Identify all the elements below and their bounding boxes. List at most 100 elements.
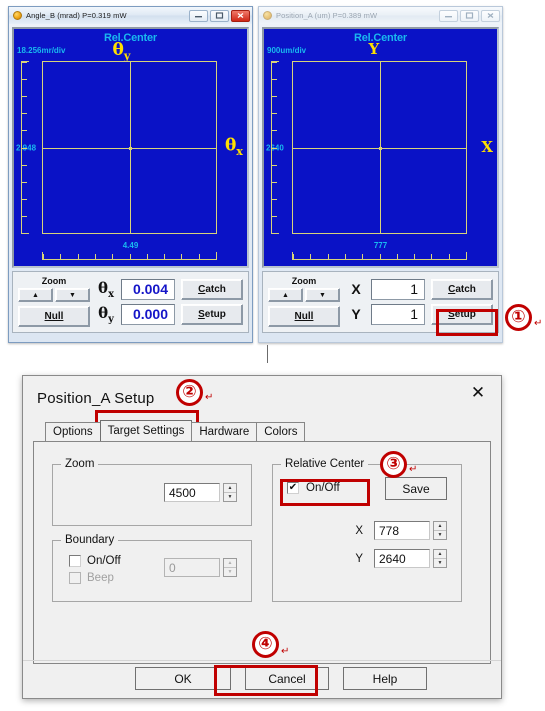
close-button[interactable] <box>231 9 250 22</box>
relative-center-x-field[interactable]: 778 <box>374 521 430 540</box>
relative-center-y-spinner[interactable]: ▲ ▼ <box>433 549 447 568</box>
relative-center-x-spinner-down[interactable]: ▼ <box>434 531 446 539</box>
tab-hardware-label: Hardware <box>199 426 250 438</box>
tab-options[interactable]: Options <box>45 422 101 441</box>
readout-symbol-1: θx <box>98 278 114 300</box>
axis-label-vertical-letter: θ <box>112 40 124 60</box>
readout-row-2: θy 0.000 <box>96 303 175 325</box>
dialog-titlebar[interactable]: Position_A Setup ✕ <box>23 376 501 420</box>
action-buttons: Catch Setup <box>431 278 493 325</box>
rel-center-label: Rel.Center <box>353 32 408 44</box>
tab-bar: Options Target Settings Hardware Colors <box>33 420 491 441</box>
step-marker-1: ① <box>505 304 532 331</box>
maximize-button[interactable] <box>460 9 479 22</box>
zoom-spinner-down[interactable]: ▼ <box>224 493 236 501</box>
catch-button[interactable]: Catch <box>181 278 243 300</box>
readout-group: θx 0.004 θy 0.000 <box>96 278 175 325</box>
close-button[interactable] <box>481 9 500 22</box>
x-axis-ruler <box>292 252 467 260</box>
maximize-button[interactable] <box>210 9 229 22</box>
dialog-footer-separator <box>23 660 501 661</box>
zoom-up-button[interactable]: ▲ <box>268 288 303 302</box>
pilcrow-4: ↵ <box>281 646 290 657</box>
save-button[interactable]: Save <box>385 477 447 500</box>
scope-display-position-a[interactable]: Rel.Center 900um/div Y X 2640 777 <box>264 29 497 266</box>
axis-label-vertical-letter: Y <box>368 40 380 58</box>
dialog-title: Position_A Setup <box>37 389 155 407</box>
catch-button[interactable]: Catch <box>431 278 493 300</box>
center-dot <box>128 146 132 150</box>
boundary-onoff-checkbox[interactable] <box>69 555 81 567</box>
window-title-angle-b: Angle_B (mrad) P=0.319 mW <box>26 11 127 20</box>
tab-colors[interactable]: Colors <box>256 422 306 441</box>
catch-button-label: Catch <box>448 283 476 295</box>
scope-display-angle-b[interactable]: Rel.Center 18.256mr/div θy θx 2.948 4.49 <box>14 29 247 266</box>
setup-button-label: Setup <box>448 308 476 320</box>
readout-symbol-2: Y <box>351 306 361 322</box>
setup-button[interactable]: Setup <box>181 303 243 325</box>
window-controls-position-a <box>439 9 500 22</box>
relative-center-y-spinner-down[interactable]: ▼ <box>434 559 446 567</box>
pilcrow-1: ↵ <box>534 318 543 329</box>
null-button[interactable]: Null <box>18 306 90 327</box>
relative-center-y-label: Y <box>355 552 363 565</box>
tab-target-settings-label: Target Settings <box>107 425 185 437</box>
pilcrow-3: ↵ <box>409 464 418 475</box>
titlebar-angle-b[interactable]: Angle_B (mrad) P=0.319 mW <box>9 7 252 24</box>
ok-button[interactable]: OK <box>135 667 231 690</box>
x-axis-value: 4.49 <box>122 241 139 250</box>
readout-group: X 1 Y 1 <box>346 278 425 325</box>
titlebar-position-a[interactable]: Position_A (um) P=0.389 mW <box>259 7 502 24</box>
zoom-control-group: Zoom ▲ ▼ <box>18 276 90 302</box>
cancel-button[interactable]: Cancel <box>245 667 329 690</box>
readout-symbol-2: θy <box>98 303 114 325</box>
step-marker-2: ② <box>176 379 203 406</box>
x-axis-ruler <box>42 252 217 260</box>
minimize-button[interactable] <box>439 9 458 22</box>
x-input-field[interactable]: 1 <box>371 278 425 300</box>
group-relative-center-legend: Relative Center <box>281 458 369 470</box>
zoom-spinner[interactable]: ▲ ▼ <box>223 483 237 502</box>
relative-center-onoff-checkbox[interactable]: ✔ <box>287 482 299 494</box>
axis-label-horizontal-sub: x <box>236 143 243 158</box>
relative-center-y-spinner-up[interactable]: ▲ <box>434 550 446 559</box>
readout-value-2[interactable]: 0.000 <box>121 303 175 325</box>
axis-label-horizontal: X <box>481 138 493 156</box>
readout-value-1[interactable]: 0.004 <box>121 278 175 300</box>
control-panel-position-a: Zoom ▲ ▼ Null X 1 Y 1 Catch Setup <box>262 271 499 333</box>
boundary-value-field: 0 <box>164 558 220 577</box>
window-position-a[interactable]: Position_A (um) P=0.389 mW Rel.Center 90… <box>258 6 503 343</box>
tab-hardware[interactable]: Hardware <box>191 422 258 441</box>
window-angle-b[interactable]: Angle_B (mrad) P=0.319 mW Rel.Center 18.… <box>8 6 253 343</box>
minimize-button[interactable] <box>189 9 208 22</box>
null-button[interactable]: Null <box>268 306 340 327</box>
control-panel-angle-b: Zoom ▲ ▼ Null θx 0.004 θy 0.000 Catch Se… <box>12 271 249 333</box>
dialog-close-icon[interactable]: ✕ <box>455 376 501 410</box>
dialog-body: Options Target Settings Hardware Colors … <box>23 420 501 664</box>
setup-button[interactable]: Setup <box>431 303 493 325</box>
y-input-field[interactable]: 1 <box>371 303 425 325</box>
relative-center-x-spinner[interactable]: ▲ ▼ <box>433 521 447 540</box>
relative-center-x-spinner-up[interactable]: ▲ <box>434 522 446 531</box>
axis-label-horizontal: θx <box>225 135 243 157</box>
boundary-onoff-label: On/Off <box>87 555 121 567</box>
boundary-spinner: ▲ ▼ <box>223 558 237 577</box>
save-button-label: Save <box>402 481 430 496</box>
readout-symbol-1: X <box>351 281 361 297</box>
zoom-up-button[interactable]: ▲ <box>18 288 53 302</box>
step-marker-4: ④ <box>252 631 279 658</box>
x-axis-value: 777 <box>373 241 388 250</box>
relative-center-y-field[interactable]: 2640 <box>374 549 430 568</box>
readout-row-2: Y 1 <box>346 303 425 325</box>
tab-options-label: Options <box>53 426 93 438</box>
zoom-spinner-up[interactable]: ▲ <box>224 484 236 493</box>
boundary-spinner-up: ▲ <box>224 559 236 568</box>
checkmark-icon: ✔ <box>288 482 298 493</box>
zoom-down-button[interactable]: ▼ <box>55 288 90 302</box>
step-marker-4-label: ④ <box>258 634 273 654</box>
help-button[interactable]: Help <box>343 667 427 690</box>
zoom-down-button[interactable]: ▼ <box>305 288 340 302</box>
zoom-value-field[interactable]: 4500 <box>164 483 220 502</box>
catch-button-label: Catch <box>198 283 226 295</box>
tab-target-settings[interactable]: Target Settings <box>99 420 193 441</box>
